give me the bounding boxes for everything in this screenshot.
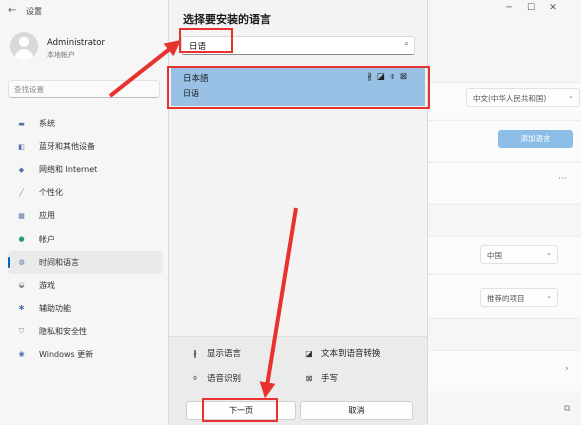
arrow-to-search: [108, 40, 182, 98]
annotation-arrows: [108, 40, 298, 399]
arrow-to-next-button: [259, 207, 298, 399]
